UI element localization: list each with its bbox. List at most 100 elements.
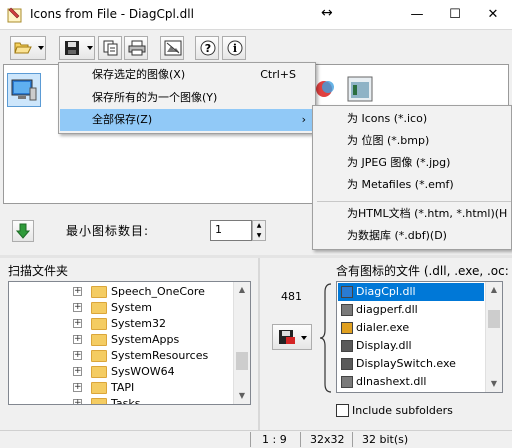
chevron-down-icon[interactable] [301, 336, 307, 340]
save-dropdown-button[interactable] [272, 324, 312, 350]
help-button[interactable]: ? [195, 36, 219, 60]
maximize-button[interactable]: ☐ [436, 0, 474, 30]
vertical-splitter[interactable] [258, 258, 260, 430]
file-list-item[interactable]: dialer.exe [338, 319, 484, 337]
file-icon [341, 358, 353, 370]
window-icon [347, 76, 373, 102]
scroll-down-icon[interactable]: ▼ [486, 376, 502, 392]
minimize-button[interactable]: — [398, 0, 436, 30]
save-button[interactable] [59, 36, 95, 60]
window-title: Icons from File - DiagCpl.dll [30, 7, 194, 21]
menu-item-save-all-as-one[interactable]: 保存所有的为一个图像(Y) [60, 87, 314, 109]
file-icon [341, 322, 353, 334]
tree-folder-item[interactable]: + System32 [9, 316, 235, 332]
file-list-item[interactable]: diagperf.dll [338, 301, 484, 319]
submenu-item-jpg[interactable]: 为 JPEG 图像 (*.jpg) [314, 152, 511, 174]
file-list-item[interactable]: dlnashext.dll [338, 373, 484, 391]
status-bar: 1 : 9 32x32 32 bit(s) [0, 430, 512, 448]
file-list[interactable]: DiagCpl.dll diagperf.dll dialer.exe Display… [336, 281, 503, 393]
expand-icon[interactable]: + [73, 351, 82, 360]
save-disk-icon [65, 41, 79, 55]
submenu-item-emf[interactable]: 为 Metafiles (*.emf) [314, 174, 511, 196]
file-icon [341, 286, 353, 298]
tree-folder-item[interactable]: + System [9, 300, 235, 316]
spin-up-icon[interactable]: ▲ [253, 221, 265, 231]
open-folder-icon [14, 42, 32, 54]
tree-folder-label: SystemApps [111, 333, 180, 346]
spin-down-icon[interactable]: ▼ [253, 231, 265, 241]
monitor-icon [11, 79, 37, 101]
copy-icon [103, 40, 118, 56]
expand-icon[interactable]: + [73, 335, 82, 344]
expand-icon[interactable]: + [73, 287, 82, 296]
save-disk-icon [279, 330, 295, 344]
folder-tree[interactable]: + Speech_OneCore + System + System32 + SystemAp… [8, 281, 251, 405]
submenu-item-html[interactable]: 为HTML文档 (*.htm, *.html)(H [314, 203, 511, 225]
file-list-item[interactable]: DisplaySwitch.exe [338, 355, 484, 373]
scan-folder-label: 扫描文件夹 [8, 264, 69, 278]
submenu-item-ico[interactable]: 为 Icons (*.ico) [314, 108, 511, 130]
save-all-submenu: 为 Icons (*.ico) 为 位图 (*.bmp) 为 JPEG 图像 (… [312, 105, 512, 250]
file-list-item[interactable]: Display.dll [338, 337, 484, 355]
scroll-down-icon[interactable]: ▼ [234, 388, 250, 404]
min-icon-count-input[interactable]: 1 [210, 220, 252, 241]
min-icon-count-spinner[interactable]: ▲ ▼ [252, 220, 266, 241]
include-subfolders-checkbox[interactable] [336, 404, 349, 417]
menu-item-save-all[interactable]: 全部保存(Z) › [60, 109, 314, 131]
folder-icon [91, 382, 107, 394]
move-down-button[interactable] [12, 220, 34, 242]
toolbar: ? i [0, 31, 512, 64]
info-button[interactable]: i [222, 36, 246, 60]
chevron-down-icon[interactable] [38, 46, 44, 50]
copy-button[interactable] [98, 36, 122, 60]
scroll-thumb[interactable] [488, 310, 500, 328]
tree-folder-item[interactable]: + SystemApps [9, 332, 235, 348]
svg-text:?: ? [205, 42, 211, 55]
menu-item-label: 全部保存(Z) [92, 113, 153, 126]
tree-folder-label: System [111, 301, 153, 314]
open-button[interactable] [10, 36, 46, 60]
resize-icon: ↔ [321, 5, 333, 21]
expand-icon[interactable]: + [73, 303, 82, 312]
gallery-icon-window[interactable] [344, 73, 378, 107]
svg-text:i: i [233, 42, 237, 55]
status-divider [250, 432, 251, 447]
close-button[interactable]: ✕ [474, 0, 512, 30]
include-subfolders-label: Include subfolders [352, 404, 453, 417]
expand-icon[interactable]: + [73, 319, 82, 328]
expand-icon[interactable]: + [73, 367, 82, 376]
submenu-item-bmp[interactable]: 为 位图 (*.bmp) [314, 130, 511, 152]
file-name: dlnashext.dll [356, 375, 427, 388]
tree-folder-item[interactable]: + Speech_OneCore [9, 284, 235, 300]
gallery-icon-selected[interactable] [7, 73, 41, 107]
status-size: 32x32 [310, 433, 345, 446]
menu-item-save-selected[interactable]: 保存选定的图像(X) Ctrl+S [60, 64, 314, 86]
tree-folder-label: SysWOW64 [111, 365, 175, 378]
submenu-item-dbf[interactable]: 为数据库 (*.dbf)(D) [314, 225, 511, 247]
chevron-down-icon[interactable] [87, 46, 93, 50]
files-vertical-scrollbar[interactable]: ▲ ▼ [485, 282, 502, 392]
horizontal-splitter[interactable] [0, 255, 512, 258]
tree-folder-label: SystemResources [111, 349, 209, 362]
expand-icon[interactable]: + [73, 383, 82, 392]
folder-icon [91, 302, 107, 314]
expand-icon[interactable]: + [73, 399, 82, 404]
file-name: diagperf.dll [356, 303, 418, 316]
tree-folder-item[interactable]: + SysWOW64 [9, 364, 235, 380]
view-image-button[interactable] [160, 36, 184, 60]
tree-vertical-scrollbar[interactable]: ▲ ▼ [233, 282, 250, 404]
scroll-thumb[interactable] [236, 352, 248, 370]
file-count: 481 [281, 290, 302, 303]
menu-item-label: 保存所有的为一个图像(Y) [92, 91, 218, 104]
file-list-item[interactable]: DiagCpl.dll [337, 282, 485, 302]
print-button[interactable] [124, 36, 148, 60]
tree-folder-item[interactable]: + SystemResources [9, 348, 235, 364]
arrow-down-icon [15, 223, 31, 239]
scroll-up-icon[interactable]: ▲ [486, 282, 502, 298]
tree-folder-item[interactable]: + TAPI [9, 380, 235, 396]
menu-item-label: 保存选定的图像(X) [92, 68, 186, 81]
save-context-menu: 保存选定的图像(X) Ctrl+S 保存所有的为一个图像(Y) 全部保存(Z) … [58, 62, 316, 134]
tree-folder-item[interactable]: + Tasks [9, 396, 235, 404]
tree-folder-label: Speech_OneCore [111, 285, 205, 298]
scroll-up-icon[interactable]: ▲ [234, 282, 250, 298]
